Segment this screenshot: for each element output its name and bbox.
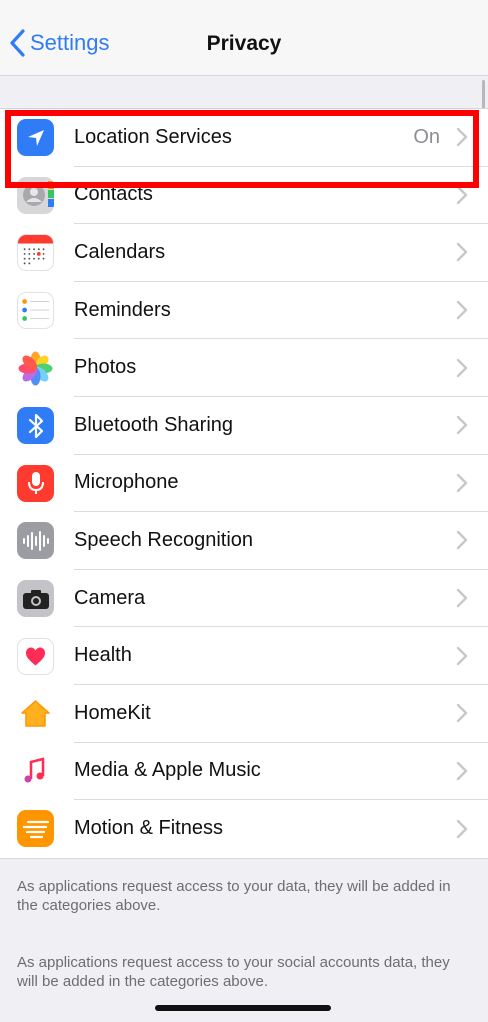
waveform-icon (17, 522, 54, 560)
photos-icon (17, 349, 54, 387)
chevron-right-icon (456, 128, 468, 147)
music-note-icon (17, 752, 54, 790)
row-label: Microphone (74, 471, 179, 494)
row-camera[interactable]: Camera (0, 570, 488, 628)
row-label: Bluetooth Sharing (74, 413, 234, 436)
row-value: On (413, 125, 440, 148)
chevron-right-icon (456, 473, 468, 493)
footer-note-social: As applications request access to your s… (17, 954, 450, 990)
contacts-icon (17, 176, 54, 214)
reminders-icon (17, 292, 54, 330)
row-motion-fitness[interactable]: Motion & Fitness (0, 800, 488, 858)
bluetooth-icon (17, 407, 54, 445)
row-microphone[interactable]: Microphone (0, 455, 488, 513)
row-label: Calendars (74, 240, 166, 263)
chevron-right-icon (456, 300, 468, 320)
row-speech-recognition[interactable]: Speech Recognition (0, 512, 488, 570)
row-calendars[interactable]: Calendars (0, 224, 488, 282)
location-arrow-icon (17, 119, 54, 157)
row-label: Speech Recognition (74, 528, 254, 551)
row-label: Contacts (74, 183, 153, 206)
row-label: Location Services (74, 125, 232, 148)
row-label: Media & Apple Music (74, 759, 261, 782)
row-label: Photos (74, 356, 137, 379)
motion-icon (17, 810, 54, 848)
row-health[interactable]: Health (0, 627, 488, 685)
chevron-right-icon (456, 761, 468, 781)
row-label: Camera (74, 586, 146, 609)
chevron-right-icon (456, 358, 468, 377)
chevron-right-icon (456, 588, 468, 608)
chevron-right-icon (456, 243, 468, 262)
row-label: Motion & Fitness (74, 817, 223, 840)
footer-note: As applications request access to your d… (17, 878, 451, 914)
privacy-settings-list: Location Services On Contacts Calendars … (0, 108, 488, 859)
row-reminders[interactable]: Reminders (0, 282, 488, 340)
home-indicator[interactable] (155, 1005, 331, 1011)
page-title: Privacy (206, 32, 282, 55)
row-label: Reminders (74, 298, 171, 321)
row-label: HomeKit (74, 701, 151, 724)
chevron-right-icon (456, 819, 468, 839)
row-bluetooth-sharing[interactable]: Bluetooth Sharing (0, 397, 488, 455)
row-label: Health (74, 644, 132, 667)
row-media-apple-music[interactable]: Media & Apple Music (0, 743, 488, 801)
calendar-icon (17, 234, 54, 272)
row-photos[interactable]: Photos (0, 339, 488, 397)
row-homekit[interactable]: HomeKit (0, 685, 488, 743)
microphone-icon (17, 464, 54, 502)
chevron-right-icon (456, 646, 468, 665)
navigation-bar: Settings Privacy (0, 0, 488, 76)
camera-icon (17, 580, 54, 618)
heart-icon (17, 637, 54, 675)
chevron-right-icon (456, 185, 468, 205)
chevron-right-icon (456, 531, 468, 550)
chevron-right-icon (456, 416, 468, 435)
row-location-services[interactable]: Location Services On (0, 109, 488, 167)
row-contacts[interactable]: Contacts (0, 167, 488, 225)
home-icon (17, 695, 54, 733)
chevron-right-icon (456, 704, 468, 723)
